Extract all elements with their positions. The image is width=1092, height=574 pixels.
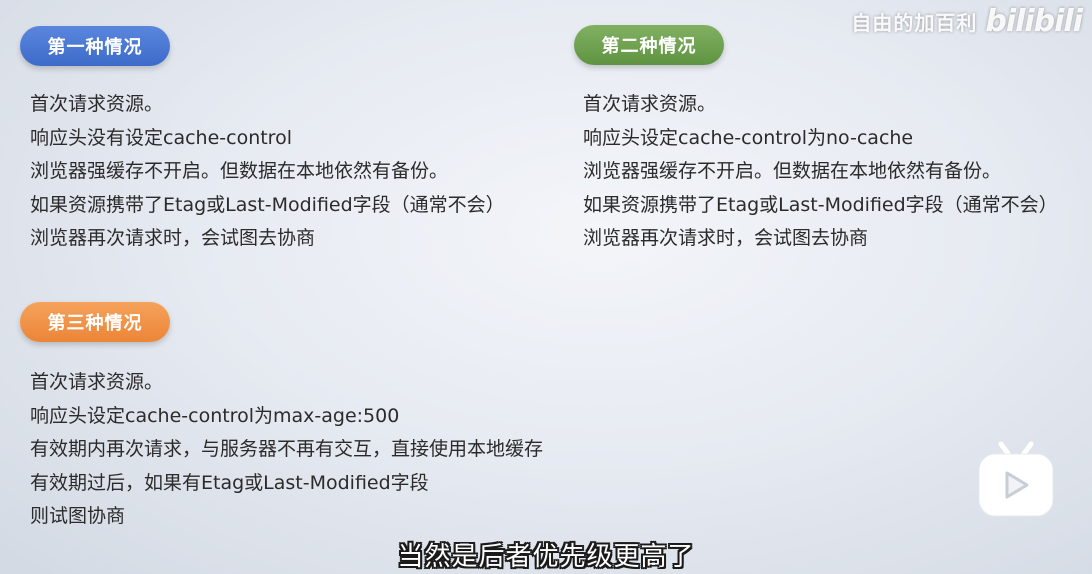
case-3-content: 首次请求资源。 响应头设定cache-control为max-age:500 有…	[30, 366, 543, 534]
case-1-content: 首次请求资源。 响应头没有设定cache-control 浏览器强缓存不开启。但…	[30, 88, 505, 256]
case-3-line-2: 响应头设定cache-control为max-age:500	[30, 404, 400, 427]
case-2-line-1: 首次请求资源。	[583, 93, 717, 115]
case-1-line-3: 浏览器强缓存不开启。但数据在本地依然有备份。	[30, 160, 449, 183]
case-3-badge: 第三种情况	[20, 302, 170, 342]
case-1-line-5: 浏览器再次请求时，会试图去协商	[30, 227, 316, 250]
case-2-line-3: 浏览器强缓存不开启。但数据在本地依然有备份。	[583, 160, 1002, 183]
video-subtitle: 当然是后者优先级更高了	[397, 542, 695, 572]
case-2-line-2: 响应头设定cache-control为no-cache	[583, 126, 914, 149]
case-1-badge: 第一种情况	[20, 26, 170, 66]
case-2-content: 首次请求资源。 响应头设定cache-control为no-cache 浏览器强…	[583, 88, 1058, 256]
case-1-line-2: 响应头没有设定cache-control	[30, 126, 292, 149]
case-3-line-3: 有效期内再次请求，与服务器不再有交互，直接使用本地缓存	[30, 438, 544, 461]
uploader-name: 自由的加百利	[851, 11, 978, 35]
case-1-line-1: 首次请求资源。	[30, 93, 164, 115]
case-2-badge: 第二种情况	[574, 25, 724, 65]
bilibili-tv-icon	[978, 441, 1054, 517]
case-2-line-5: 浏览器再次请求时，会试图去协商	[583, 227, 869, 250]
uploader-watermark: 自由的加百利 bilibili	[851, 4, 1083, 39]
case-3-line-1: 首次请求资源。	[30, 371, 164, 393]
case-3-line-4: 有效期过后，如果有Etag或Last-Modified字段	[30, 471, 429, 494]
case-3-line-5: 则试图协商	[30, 505, 126, 528]
case-1-line-4: 如果资源携带了Etag或Last-Modified字段（通常不会）	[30, 193, 505, 216]
bilibili-logo: bilibili	[985, 4, 1083, 39]
case-2-line-4: 如果资源携带了Etag或Last-Modified字段（通常不会）	[583, 193, 1058, 216]
